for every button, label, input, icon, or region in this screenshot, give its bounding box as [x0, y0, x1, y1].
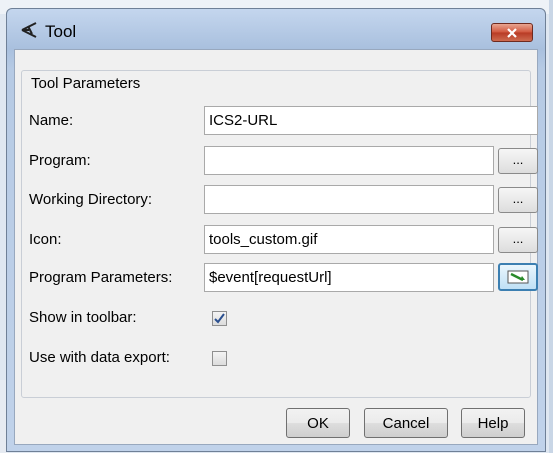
- cancel-button[interactable]: Cancel: [364, 408, 448, 438]
- tool-app-icon: [21, 22, 37, 38]
- use-with-data-export-label: Use with data export:: [29, 349, 170, 366]
- program-field[interactable]: [204, 146, 494, 175]
- working-directory-browse-button[interactable]: ...: [498, 187, 538, 213]
- program-parameters-field[interactable]: [204, 263, 494, 292]
- show-in-toolbar-label: Show in toolbar:: [29, 309, 137, 326]
- tool-dialog: Tool Tool Parameters Name: Program: ... …: [6, 8, 546, 452]
- checkmark-icon: [214, 313, 225, 324]
- group-title: Tool Parameters: [29, 75, 143, 92]
- program-browse-button[interactable]: ...: [498, 148, 538, 174]
- program-label: Program:: [29, 152, 91, 169]
- working-directory-field[interactable]: [204, 185, 494, 214]
- insert-variable-button[interactable]: [498, 263, 538, 291]
- help-button[interactable]: Help: [461, 408, 525, 438]
- name-label: Name:: [29, 112, 74, 129]
- close-icon: [507, 27, 517, 38]
- insert-variable-icon: [507, 270, 529, 284]
- icon-browse-button[interactable]: ...: [498, 227, 538, 253]
- icon-field[interactable]: [204, 225, 494, 254]
- working-directory-label: Working Directory:: [29, 191, 153, 208]
- program-parameters-label: Program Parameters:: [29, 269, 173, 286]
- close-button[interactable]: [491, 23, 533, 42]
- icon-label: Icon:: [29, 231, 62, 248]
- background-window-edge-right: [549, 0, 553, 453]
- name-field[interactable]: [204, 106, 538, 135]
- dialog-content: Tool Parameters Name: Program: ... Worki…: [14, 49, 538, 445]
- use-with-data-export-checkbox[interactable]: [212, 351, 227, 366]
- show-in-toolbar-checkbox[interactable]: [212, 311, 227, 326]
- ok-button[interactable]: OK: [286, 408, 350, 438]
- title-bar[interactable]: Tool: [7, 9, 545, 45]
- window-title: Tool: [45, 22, 77, 41]
